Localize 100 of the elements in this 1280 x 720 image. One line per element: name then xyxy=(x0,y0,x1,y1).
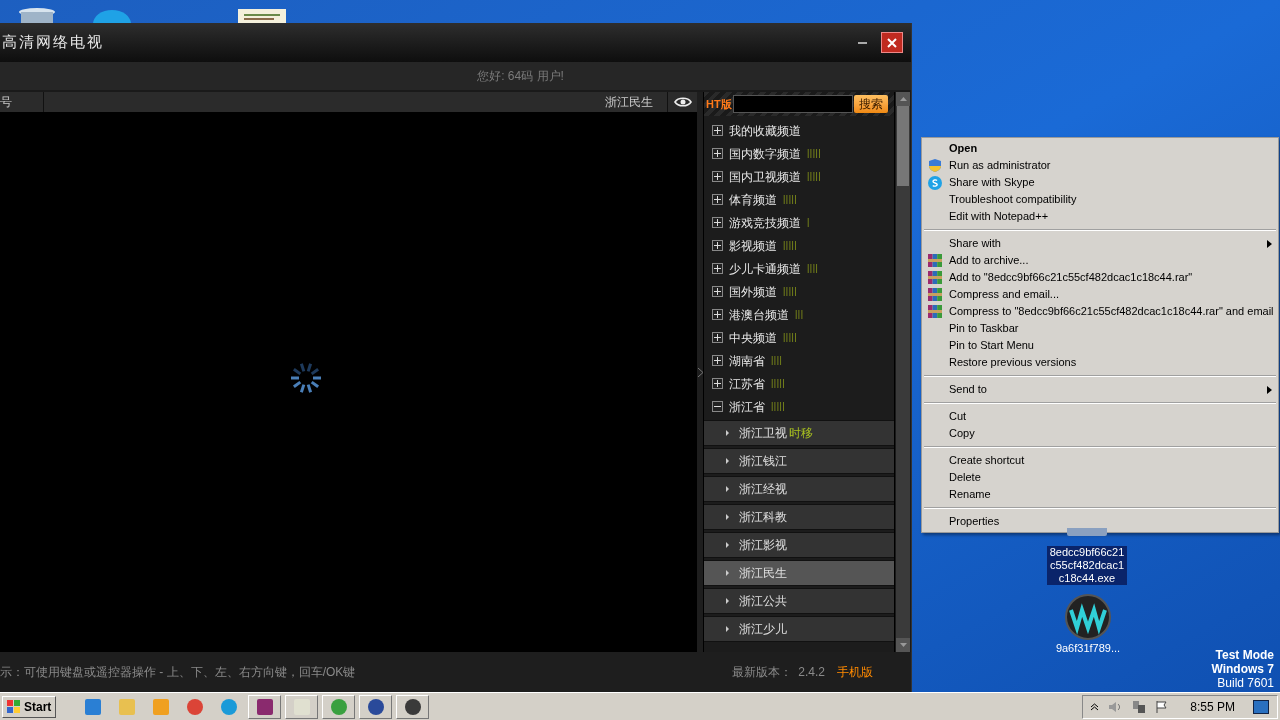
taskbar-app-icon[interactable] xyxy=(396,694,430,719)
category-item[interactable]: 国外频道 ||||| xyxy=(704,280,894,303)
channel-item[interactable]: 浙江民生 xyxy=(704,560,894,586)
menu-item[interactable]: Share with Skype xyxy=(922,174,1278,191)
bullet-icon xyxy=(726,626,729,632)
down-arrow-icon xyxy=(899,643,907,647)
expand-icon[interactable] xyxy=(712,240,723,251)
category-item[interactable]: 江苏省 ||||| xyxy=(704,372,894,395)
menu-item[interactable]: Send to xyxy=(922,381,1278,398)
taskbar-app-icon[interactable] xyxy=(359,694,393,719)
category-item[interactable]: 浙江省 ||||| xyxy=(704,395,894,418)
category-item[interactable]: 湖南省 |||| xyxy=(704,349,894,372)
menu-item[interactable]: Troubleshoot compatibility xyxy=(922,191,1278,208)
menu-item[interactable]: Edit with Notepad++ xyxy=(922,208,1278,225)
archive-icon xyxy=(928,305,942,318)
category-item[interactable]: 体育频道 ||||| xyxy=(704,188,894,211)
waveform-app-icon[interactable] xyxy=(1065,594,1111,640)
channel-label: 浙江经视 xyxy=(739,481,787,498)
expand-icon[interactable] xyxy=(712,148,723,159)
category-item[interactable]: 我的收藏频道 xyxy=(704,119,894,142)
network-icon[interactable] xyxy=(1132,699,1147,714)
shield-icon xyxy=(928,158,942,173)
menu-item[interactable]: Add to "8edcc9bf66c21c55cf482dcac1c18c44.rar" xyxy=(922,269,1278,286)
file-label[interactable]: 8edcc9bf66c21c55cf482dcac1c18c44.exe xyxy=(1047,546,1127,585)
expand-icon[interactable] xyxy=(712,309,723,320)
collapse-handle[interactable] xyxy=(697,92,703,652)
scroll-up-button[interactable] xyxy=(896,92,910,106)
clock[interactable]: 8:55 PM xyxy=(1190,697,1235,716)
channel-item[interactable]: 浙江影视 xyxy=(704,532,894,558)
category-item[interactable]: 游戏竞技频道 | xyxy=(704,211,894,234)
timeshift-tag: 时移 xyxy=(789,424,813,442)
menu-item[interactable]: Create shortcut xyxy=(922,452,1278,469)
scroll-down-button[interactable] xyxy=(896,638,910,652)
channel-item[interactable]: 浙江公共 xyxy=(704,588,894,614)
collapse-icon[interactable] xyxy=(712,401,723,412)
eye-icon xyxy=(673,96,692,108)
menu-item[interactable]: Properties xyxy=(922,513,1278,530)
expand-icon[interactable] xyxy=(712,125,723,136)
os-info-text: Windows 7 xyxy=(1211,662,1274,676)
menu-item[interactable]: Delete xyxy=(922,469,1278,486)
category-item[interactable]: 影视频道 ||||| xyxy=(704,234,894,257)
category-item[interactable]: 国内数字频道 ||||| xyxy=(704,142,894,165)
category-label: 体育频道 xyxy=(729,191,777,209)
category-item[interactable]: 港澳台频道 ||| xyxy=(704,303,894,326)
flag-icon[interactable] xyxy=(1156,699,1169,714)
signal-bars: |||| xyxy=(807,261,819,276)
menu-item[interactable]: Cut xyxy=(922,408,1278,425)
menu-item[interactable]: Share with xyxy=(922,235,1278,252)
expand-icon[interactable] xyxy=(712,355,723,366)
search-button[interactable]: 搜索 xyxy=(853,95,888,113)
chevron-up-icon[interactable] xyxy=(1091,702,1099,711)
menu-item[interactable]: Copy xyxy=(922,425,1278,442)
close-button[interactable] xyxy=(881,32,903,53)
start-button[interactable]: Start xyxy=(2,695,57,718)
category-label: 游戏竞技频道 xyxy=(729,214,801,232)
menu-item[interactable]: Compress to "8edcc9bf66c21c55cf482dcac1c18c44.rar" and email xyxy=(922,303,1278,320)
mobile-link[interactable]: 手机版 xyxy=(837,663,873,681)
scrollbar-thumb[interactable] xyxy=(897,106,909,186)
search-field[interactable] xyxy=(732,95,853,113)
channel-item[interactable]: 浙江卫视 时移 xyxy=(704,420,894,446)
menu-item[interactable]: Add to archive... xyxy=(922,252,1278,269)
window-title: 高清网络电视 xyxy=(1,32,104,53)
channel-item[interactable]: 浙江经视 xyxy=(704,476,894,502)
signal-bars: ||||| xyxy=(771,399,786,414)
expand-icon[interactable] xyxy=(712,171,723,182)
menu-item[interactable]: Pin to Start Menu xyxy=(922,337,1278,354)
signal-bars: | xyxy=(807,215,810,230)
category-label: 湖南省 xyxy=(729,352,765,370)
image-file-icon[interactable] xyxy=(238,9,286,23)
taskbar-app-icon[interactable] xyxy=(248,694,282,719)
channel-item[interactable]: 浙江钱江 xyxy=(704,448,894,474)
menu-item[interactable]: Compress and email... xyxy=(922,286,1278,303)
channel-item[interactable]: 浙江科教 xyxy=(704,504,894,530)
category-item[interactable]: 国内卫视频道 ||||| xyxy=(704,165,894,188)
expand-icon[interactable] xyxy=(712,217,723,228)
scrollbar[interactable] xyxy=(896,92,910,652)
os-info-text: Test Mode xyxy=(1215,648,1274,662)
show-desktop-button[interactable] xyxy=(1253,699,1269,714)
expand-icon[interactable] xyxy=(712,378,723,389)
expand-icon[interactable] xyxy=(712,332,723,343)
menu-item[interactable]: Rename xyxy=(922,486,1278,503)
signal-bars: ||||| xyxy=(783,330,798,345)
menu-item[interactable]: Open xyxy=(922,140,1278,157)
channel-name: 浙江民生 xyxy=(605,94,654,111)
windows-logo-icon xyxy=(7,699,21,714)
submenu-arrow-icon xyxy=(1267,385,1272,394)
expand-icon[interactable] xyxy=(712,194,723,205)
channel-item[interactable]: 浙江少儿 xyxy=(704,616,894,642)
archive-icon xyxy=(928,271,942,284)
signal-bars: ||||| xyxy=(783,192,798,207)
category-item[interactable]: 少儿卡通频道 |||| xyxy=(704,257,894,280)
menu-item[interactable]: Restore previous versions xyxy=(922,354,1278,371)
expand-icon[interactable] xyxy=(712,263,723,274)
file-label[interactable]: 9a6f31f789... xyxy=(1053,640,1123,657)
menu-item[interactable]: Run as administrator xyxy=(922,157,1278,174)
bullet-icon xyxy=(726,598,729,604)
expand-icon[interactable] xyxy=(712,286,723,297)
menu-item[interactable]: Pin to Taskbar xyxy=(922,320,1278,337)
category-item[interactable]: 中央频道 ||||| xyxy=(704,326,894,349)
signal-bars: ||||| xyxy=(783,238,798,253)
